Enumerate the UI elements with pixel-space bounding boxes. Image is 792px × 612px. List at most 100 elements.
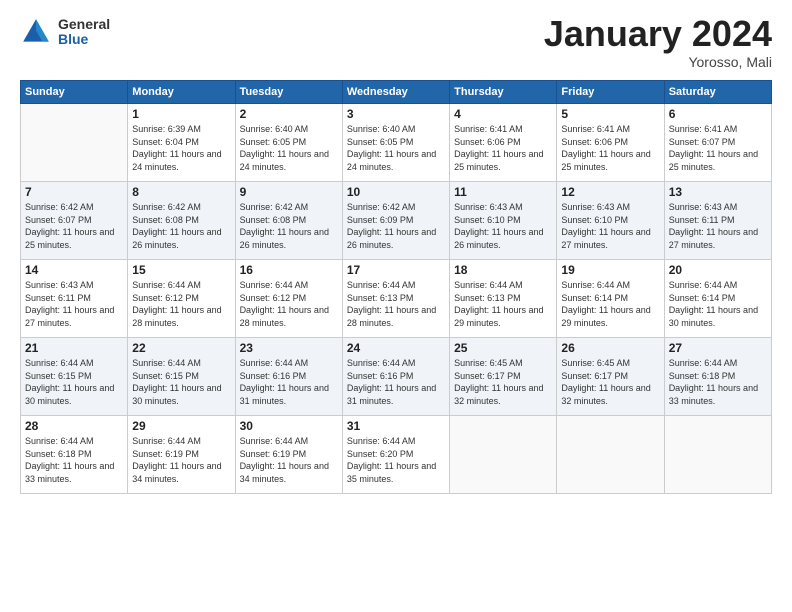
day-info: Sunrise: 6:44 AM Sunset: 6:15 PM Dayligh… (132, 357, 230, 407)
day-number: 26 (561, 341, 659, 355)
calendar-cell: 3Sunrise: 6:40 AM Sunset: 6:05 PM Daylig… (342, 104, 449, 182)
header-tuesday: Tuesday (235, 81, 342, 104)
calendar-cell: 6 Sunrise: 6:41 AM Sunset: 6:07 PM Daylig… (664, 104, 771, 182)
week-row-1: 1Sunrise: 6:39 AM Sunset: 6:04 PM Daylig… (21, 104, 772, 182)
day-number: 29 (132, 419, 230, 433)
day-info: Sunrise: 6:43 AM Sunset: 6:11 PM Dayligh… (669, 201, 767, 251)
day-info: Sunrise: 6:44 AM Sunset: 6:16 PM Dayligh… (240, 357, 338, 407)
header-saturday: Saturday (664, 81, 771, 104)
day-number: 2 (240, 107, 338, 121)
logo-blue: Blue (58, 32, 110, 47)
calendar-cell: 4 Sunrise: 6:41 AM Sunset: 6:06 PM Daylig… (450, 104, 557, 182)
logo: General Blue (20, 16, 110, 48)
day-number: 31 (347, 419, 445, 433)
day-info: Sunrise: 6:42 AM Sunset: 6:08 PM Dayligh… (132, 201, 230, 251)
day-info: Sunrise: 6:44 AM Sunset: 6:13 PM Dayligh… (454, 279, 552, 329)
calendar-cell: 2 Sunrise: 6:40 AM Sunset: 6:05 PM Daylig… (235, 104, 342, 182)
day-info: Sunrise: 6:43 AM Sunset: 6:10 PM Dayligh… (561, 201, 659, 251)
day-number: 23 (240, 341, 338, 355)
calendar-cell: 31 Sunrise: 6:44 AM Sunset: 6:20 PM Dayli… (342, 416, 449, 494)
calendar-cell: 29 Sunrise: 6:44 AM Sunset: 6:19 PM Dayli… (128, 416, 235, 494)
day-number: 15 (132, 263, 230, 277)
day-info: Sunrise: 6:44 AM Sunset: 6:19 PM Dayligh… (132, 435, 230, 485)
day-info: Sunrise: 6:39 AM Sunset: 6:04 PM Dayligh… (132, 123, 230, 173)
header-monday: Monday (128, 81, 235, 104)
calendar-cell: 18 Sunrise: 6:44 AM Sunset: 6:13 PM Dayli… (450, 260, 557, 338)
week-row-2: 7 Sunrise: 6:42 AM Sunset: 6:07 PM Daylig… (21, 182, 772, 260)
day-number: 7 (25, 185, 123, 199)
day-info: Sunrise: 6:42 AM Sunset: 6:07 PM Dayligh… (25, 201, 123, 251)
day-info: Sunrise: 6:42 AM Sunset: 6:08 PM Dayligh… (240, 201, 338, 251)
calendar-cell (21, 104, 128, 182)
day-info: Sunrise: 6:44 AM Sunset: 6:18 PM Dayligh… (25, 435, 123, 485)
day-info: Sunrise: 6:44 AM Sunset: 6:19 PM Dayligh… (240, 435, 338, 485)
header-sunday: Sunday (21, 81, 128, 104)
title-location: Yorosso, Mali (544, 54, 772, 70)
day-info: Sunrise: 6:45 AM Sunset: 6:17 PM Dayligh… (454, 357, 552, 407)
calendar-cell: 19 Sunrise: 6:44 AM Sunset: 6:14 PM Dayli… (557, 260, 664, 338)
day-number: 16 (240, 263, 338, 277)
day-number: 28 (25, 419, 123, 433)
calendar-cell: 13Sunrise: 6:43 AM Sunset: 6:11 PM Dayli… (664, 182, 771, 260)
day-number: 14 (25, 263, 123, 277)
day-number: 20 (669, 263, 767, 277)
calendar-cell: 8 Sunrise: 6:42 AM Sunset: 6:08 PM Daylig… (128, 182, 235, 260)
calendar-cell: 24 Sunrise: 6:44 AM Sunset: 6:16 PM Dayli… (342, 338, 449, 416)
day-number: 25 (454, 341, 552, 355)
calendar-cell: 27 Sunrise: 6:44 AM Sunset: 6:18 PM Dayli… (664, 338, 771, 416)
day-number: 8 (132, 185, 230, 199)
day-info: Sunrise: 6:44 AM Sunset: 6:15 PM Dayligh… (25, 357, 123, 407)
day-info: Sunrise: 6:41 AM Sunset: 6:07 PM Dayligh… (669, 123, 767, 173)
header-thursday: Thursday (450, 81, 557, 104)
day-number: 19 (561, 263, 659, 277)
header: General Blue January 2024 Yorosso, Mali (20, 16, 772, 70)
day-info: Sunrise: 6:41 AM Sunset: 6:06 PM Dayligh… (454, 123, 552, 173)
day-number: 10 (347, 185, 445, 199)
logo-text: General Blue (58, 17, 110, 48)
calendar-cell (664, 416, 771, 494)
day-number: 11 (454, 185, 552, 199)
calendar-cell (557, 416, 664, 494)
day-info: Sunrise: 6:44 AM Sunset: 6:12 PM Dayligh… (132, 279, 230, 329)
calendar-cell: 10 Sunrise: 6:42 AM Sunset: 6:09 PM Dayli… (342, 182, 449, 260)
day-number: 21 (25, 341, 123, 355)
calendar-cell: 9 Sunrise: 6:42 AM Sunset: 6:08 PM Daylig… (235, 182, 342, 260)
title-month: January 2024 (544, 16, 772, 52)
day-info: Sunrise: 6:44 AM Sunset: 6:12 PM Dayligh… (240, 279, 338, 329)
day-number: 5 (561, 107, 659, 121)
day-info: Sunrise: 6:44 AM Sunset: 6:14 PM Dayligh… (669, 279, 767, 329)
logo-general: General (58, 17, 110, 32)
day-info: Sunrise: 6:40 AM Sunset: 6:05 PM Dayligh… (347, 123, 445, 173)
day-info: Sunrise: 6:44 AM Sunset: 6:16 PM Dayligh… (347, 357, 445, 407)
day-number: 4 (454, 107, 552, 121)
day-number: 18 (454, 263, 552, 277)
calendar-cell: 5 Sunrise: 6:41 AM Sunset: 6:06 PM Daylig… (557, 104, 664, 182)
day-info: Sunrise: 6:44 AM Sunset: 6:14 PM Dayligh… (561, 279, 659, 329)
day-info: Sunrise: 6:42 AM Sunset: 6:09 PM Dayligh… (347, 201, 445, 251)
calendar-cell: 20 Sunrise: 6:44 AM Sunset: 6:14 PM Dayli… (664, 260, 771, 338)
day-number: 12 (561, 185, 659, 199)
header-friday: Friday (557, 81, 664, 104)
calendar-cell: 23 Sunrise: 6:44 AM Sunset: 6:16 PM Dayli… (235, 338, 342, 416)
day-info: Sunrise: 6:41 AM Sunset: 6:06 PM Dayligh… (561, 123, 659, 173)
day-number: 9 (240, 185, 338, 199)
week-row-3: 14Sunrise: 6:43 AM Sunset: 6:11 PM Dayli… (21, 260, 772, 338)
calendar-cell (450, 416, 557, 494)
calendar-cell: 1Sunrise: 6:39 AM Sunset: 6:04 PM Daylig… (128, 104, 235, 182)
day-info: Sunrise: 6:44 AM Sunset: 6:20 PM Dayligh… (347, 435, 445, 485)
calendar-cell: 16 Sunrise: 6:44 AM Sunset: 6:12 PM Dayli… (235, 260, 342, 338)
day-info: Sunrise: 6:40 AM Sunset: 6:05 PM Dayligh… (240, 123, 338, 173)
calendar-cell: 12 Sunrise: 6:43 AM Sunset: 6:10 PM Dayli… (557, 182, 664, 260)
day-number: 27 (669, 341, 767, 355)
calendar-cell: 22Sunrise: 6:44 AM Sunset: 6:15 PM Dayli… (128, 338, 235, 416)
day-number: 24 (347, 341, 445, 355)
day-number: 30 (240, 419, 338, 433)
day-info: Sunrise: 6:43 AM Sunset: 6:10 PM Dayligh… (454, 201, 552, 251)
calendar-cell: 26Sunrise: 6:45 AM Sunset: 6:17 PM Dayli… (557, 338, 664, 416)
title-block: January 2024 Yorosso, Mali (544, 16, 772, 70)
day-number: 17 (347, 263, 445, 277)
day-number: 6 (669, 107, 767, 121)
day-info: Sunrise: 6:44 AM Sunset: 6:18 PM Dayligh… (669, 357, 767, 407)
day-info: Sunrise: 6:44 AM Sunset: 6:13 PM Dayligh… (347, 279, 445, 329)
week-row-5: 28 Sunrise: 6:44 AM Sunset: 6:18 PM Dayli… (21, 416, 772, 494)
